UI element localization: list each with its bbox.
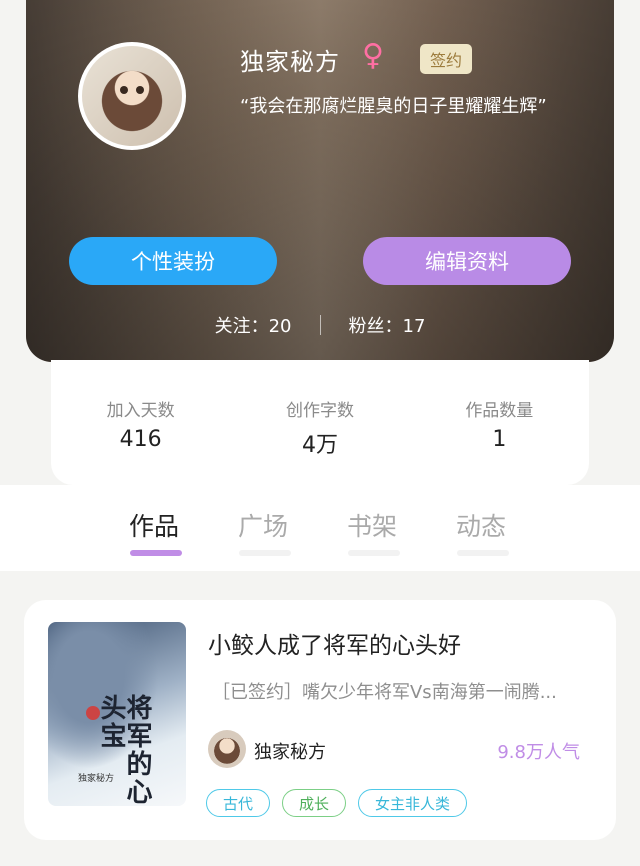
book-title[interactable]: 小鲛人成了将军的心头好 (208, 626, 461, 660)
stat-label: 创作字数 (285, 401, 354, 421)
tab-square[interactable]: 广场 (238, 507, 288, 543)
tag-list: 古代 成长 女主非人类 (206, 789, 468, 817)
stat-value: 1 (492, 427, 507, 452)
author-avatar (208, 730, 246, 768)
follow-stats: 关注：20 粉丝：17 (26, 312, 614, 338)
fans-count[interactable]: 粉丝：17 (349, 312, 426, 338)
divider (319, 315, 321, 335)
stat-value: 416 (119, 427, 162, 452)
profile-header: 独家秘方 ♀ 签约 “我会在那腐烂腥臭的日子里耀耀生辉” 个性装扮 编辑资料 关… (26, 0, 614, 362)
tag[interactable]: 成长 (282, 789, 347, 817)
avatar-image (82, 46, 182, 146)
username: 独家秘方 (240, 48, 340, 76)
tab-works[interactable]: 作品 (129, 507, 179, 543)
profile-signature: “我会在那腐烂腥臭的日子里耀耀生辉” (240, 96, 547, 117)
avatar[interactable] (78, 42, 186, 150)
tag[interactable]: 女主非人类 (358, 789, 468, 817)
tab-indicator (348, 550, 400, 556)
book-cover[interactable]: 将军的心头宝 独家秘方 (48, 622, 186, 806)
cover-author: 独家秘方 (78, 774, 115, 784)
tab-indicator-active (130, 550, 182, 556)
book-card[interactable]: 将军的心头宝 独家秘方 小鲛人成了将军的心头好 ［已签约］嘴欠少年将军Vs南海第… (24, 600, 616, 840)
signed-badge: 签约 (420, 44, 473, 74)
stat-word-count: 创作字数 4万 (230, 360, 409, 485)
edit-profile-button[interactable]: 编辑资料 (363, 237, 571, 285)
tab-bookshelf[interactable]: 书架 (347, 507, 397, 543)
following-count[interactable]: 关注：20 (215, 312, 292, 338)
stat-label: 加入天数 (106, 401, 175, 421)
dressup-button[interactable]: 个性装扮 (69, 237, 277, 285)
tab-bar: 作品 广场 书架 动态 (0, 485, 640, 571)
stats-card: 加入天数 416 创作字数 4万 作品数量 1 (51, 360, 589, 485)
tag[interactable]: 古代 (206, 789, 271, 817)
stat-value: 4万 (301, 433, 338, 458)
female-icon: ♀ (362, 38, 384, 73)
tab-indicator (239, 550, 291, 556)
book-description: ［已签约］嘴欠少年将军Vs南海第一闹腾... (212, 682, 557, 703)
tab-indicator (457, 550, 509, 556)
stat-join-days: 加入天数 416 (51, 360, 230, 485)
author-name: 独家秘方 (254, 742, 326, 763)
stat-works: 作品数量 1 (410, 360, 589, 485)
popularity: 9.8万人气 (497, 742, 580, 763)
cover-title: 将军的心头宝 (96, 694, 152, 806)
stat-label: 作品数量 (465, 401, 534, 421)
tab-activity[interactable]: 动态 (456, 507, 506, 543)
